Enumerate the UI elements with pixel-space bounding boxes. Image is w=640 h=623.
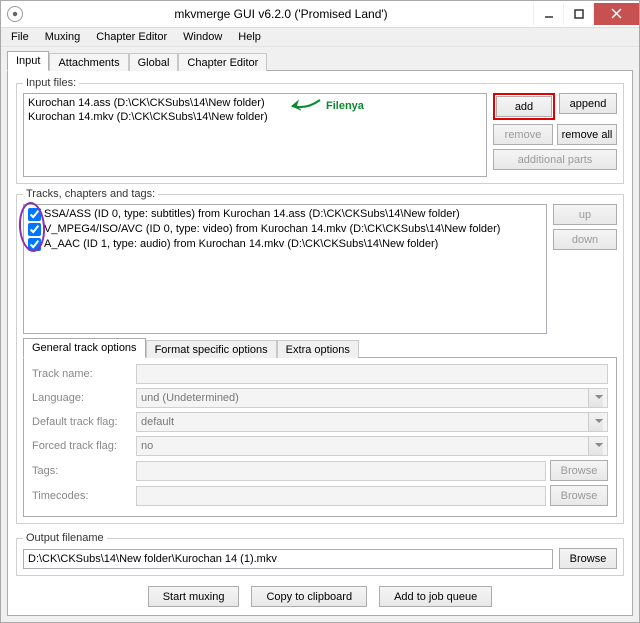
timecodes-label: Timecodes: [32,490,132,502]
tracks-group: Tracks, chapters and tags: SSA/ASS (ID 0… [16,188,624,524]
tags-browse-button[interactable]: Browse [550,460,608,481]
track-checkbox[interactable] [28,223,41,236]
annotation-arrow: Filenya [286,96,364,116]
additional-parts-button[interactable]: additional parts [493,149,617,170]
tab-attachments[interactable]: Attachments [49,53,128,71]
app-window: mkvmerge GUI v6.2.0 ('Promised Land') Fi… [0,0,640,623]
forced-flag-label: Forced track flag: [32,440,132,452]
add-queue-button[interactable]: Add to job queue [379,586,492,607]
close-button[interactable] [593,3,639,25]
menu-muxing[interactable]: Muxing [39,29,86,45]
subtab-format[interactable]: Format specific options [146,340,277,358]
track-checkbox[interactable] [28,238,41,251]
annotation-label: Filenya [326,99,364,113]
output-group: Output filename Browse [16,532,624,576]
output-browse-button[interactable]: Browse [559,548,617,569]
track-name-label: Track name: [32,368,132,380]
start-muxing-button[interactable]: Start muxing [148,586,240,607]
titlebar: mkvmerge GUI v6.2.0 ('Promised Land') [1,1,639,28]
remove-button[interactable]: remove [493,124,553,145]
track-label: V_MPEG4/ISO/AVC (ID 0, type: video) from… [44,222,500,237]
subtab-body: Track name: Language: und (Undetermined)… [23,357,617,517]
tags-input[interactable] [136,461,546,481]
add-button[interactable]: add [496,96,552,117]
tab-global[interactable]: Global [129,53,179,71]
main-area: Input Attachments Global Chapter Editor … [1,47,639,622]
tab-body: Input files: Kurochan 14.ass (D:\CK\CKSu… [7,70,633,616]
track-name-input[interactable] [136,364,608,384]
default-flag-label: Default track flag: [32,416,132,428]
menubar: File Muxing Chapter Editor Window Help [1,28,639,47]
output-legend: Output filename [23,532,107,544]
default-flag-value: default [141,416,174,428]
maximize-button[interactable] [563,3,593,25]
tracks-legend: Tracks, chapters and tags: [23,188,158,200]
language-value: und (Undetermined) [141,392,239,404]
forced-flag-dropdown[interactable]: no [136,436,608,456]
app-icon [7,6,23,22]
track-label: SSA/ASS (ID 0, type: subtitles) from Kur… [44,207,460,222]
window-controls [533,3,639,25]
language-label: Language: [32,392,132,404]
timecodes-browse-button[interactable]: Browse [550,485,608,506]
input-files-group: Input files: Kurochan 14.ass (D:\CK\CKSu… [16,77,624,184]
subtab-extra[interactable]: Extra options [277,340,359,358]
output-filename-input[interactable] [23,549,553,569]
chevron-down-icon [595,419,603,423]
tags-label: Tags: [32,465,132,477]
track-subtabs: General track options Format specific op… [23,338,617,358]
remove-all-button[interactable]: remove all [557,124,617,145]
chevron-down-icon [595,395,603,399]
track-row[interactable]: SSA/ASS (ID 0, type: subtitles) from Kur… [28,207,542,222]
track-buttons: up down [553,204,617,334]
input-file-buttons: add append remove remove all additional … [493,93,617,177]
track-checkbox[interactable] [28,208,41,221]
minimize-button[interactable] [533,3,563,25]
append-button[interactable]: append [559,93,617,114]
tab-input[interactable]: Input [7,51,49,71]
menu-window[interactable]: Window [177,29,228,45]
down-button[interactable]: down [553,229,617,250]
forced-flag-value: no [141,440,153,452]
input-files-legend: Input files: [23,77,79,89]
up-button[interactable]: up [553,204,617,225]
chevron-down-icon [595,443,603,447]
subtab-general[interactable]: General track options [23,338,146,358]
menu-file[interactable]: File [5,29,35,45]
input-file-item[interactable]: Kurochan 14.ass (D:\CK\CKSubs\14\New fol… [28,96,482,110]
input-files-list[interactable]: Kurochan 14.ass (D:\CK\CKSubs\14\New fol… [23,93,487,177]
add-highlight-box: add [493,93,555,120]
main-tabs: Input Attachments Global Chapter Editor [7,51,633,71]
menu-help[interactable]: Help [232,29,267,45]
action-row: Start muxing Copy to clipboard Add to jo… [16,580,624,609]
language-dropdown[interactable]: und (Undetermined) [136,388,608,408]
input-file-item[interactable]: Kurochan 14.mkv (D:\CK\CKSubs\14\New fol… [28,110,482,124]
default-flag-dropdown[interactable]: default [136,412,608,432]
tracks-list[interactable]: SSA/ASS (ID 0, type: subtitles) from Kur… [23,204,547,334]
timecodes-input[interactable] [136,486,546,506]
menu-chapter-editor[interactable]: Chapter Editor [90,29,173,45]
track-row[interactable]: A_AAC (ID 1, type: audio) from Kurochan … [28,237,542,252]
tab-chapter-editor[interactable]: Chapter Editor [178,53,267,71]
copy-clipboard-button[interactable]: Copy to clipboard [251,586,367,607]
track-label: A_AAC (ID 1, type: audio) from Kurochan … [44,237,438,252]
track-row[interactable]: V_MPEG4/ISO/AVC (ID 0, type: video) from… [28,222,542,237]
window-title: mkvmerge GUI v6.2.0 ('Promised Land') [29,7,533,21]
